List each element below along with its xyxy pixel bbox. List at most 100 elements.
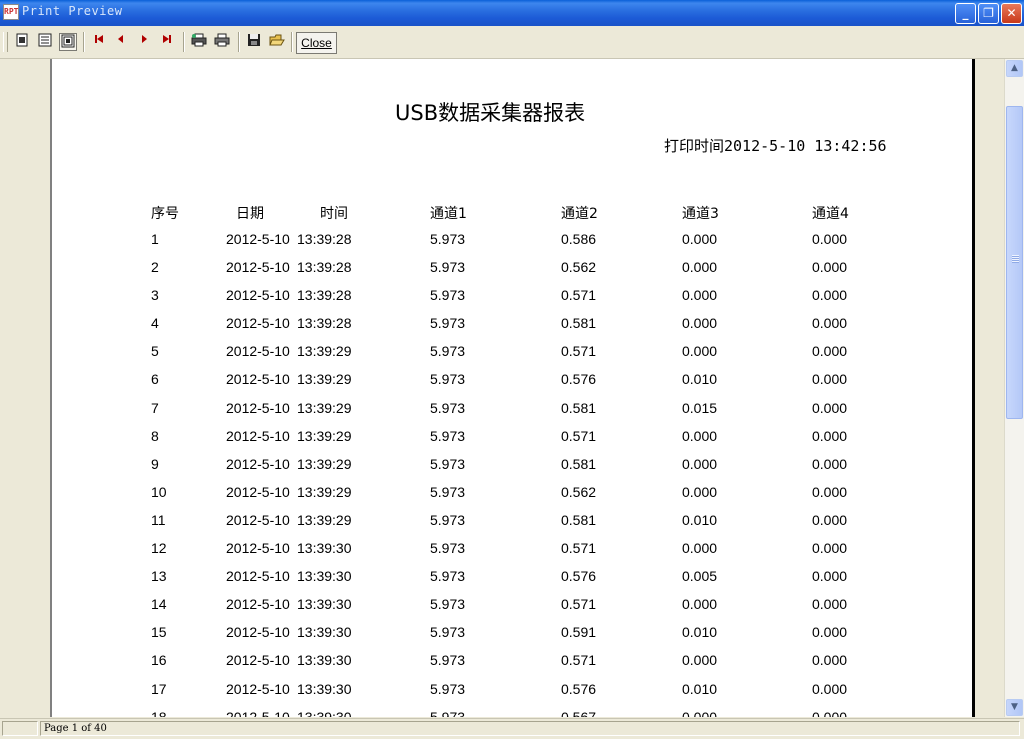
page-width-view-button[interactable]	[36, 33, 54, 51]
row-channel-4: 0.000	[812, 315, 848, 332]
row-index: 15	[151, 624, 167, 641]
row-channel-2: 0.581	[561, 315, 597, 332]
row-index: 7	[151, 399, 159, 416]
close-preview-button[interactable]: Close	[296, 32, 337, 54]
row-date: 2012-5-10	[226, 652, 290, 669]
zoom-page-icon	[61, 34, 75, 48]
first-page-button[interactable]	[90, 33, 108, 51]
close-window-button[interactable]: ✕	[1001, 3, 1022, 24]
row-channel-4: 0.000	[812, 680, 848, 697]
row-channel-3: 0.005	[682, 568, 718, 585]
row-index: 18	[151, 708, 167, 717]
row-channel-2: 0.571	[561, 540, 597, 557]
print-setup-button[interactable]	[190, 33, 208, 51]
row-channel-2: 0.586	[561, 231, 597, 247]
row-channel-3: 0.000	[682, 483, 718, 500]
toolbar-separator	[83, 32, 85, 52]
row-channel-1: 5.973	[430, 624, 466, 641]
table-row: 12 2012-5-10 13:39:30 5.973 0.571 0.000 0.000	[52, 540, 972, 568]
row-channel-1: 5.973	[430, 708, 466, 717]
table-row: 1 2012-5-10 13:39:28 5.973 0.586 0.000 0.000	[52, 231, 972, 259]
scroll-thumb[interactable]	[1006, 106, 1023, 419]
row-time: 13:39:29	[297, 483, 352, 500]
toolbar-grip[interactable]	[3, 32, 8, 52]
row-channel-3: 0.000	[682, 455, 718, 472]
zoom-view-button[interactable]	[59, 33, 77, 51]
scroll-down-button[interactable]: ▼	[1006, 699, 1023, 716]
row-time: 13:39:30	[297, 652, 352, 669]
row-channel-1: 5.973	[430, 427, 466, 444]
row-channel-3: 0.000	[682, 596, 718, 613]
row-channel-4: 0.000	[812, 371, 848, 388]
row-channel-1: 5.973	[430, 343, 466, 360]
row-index: 4	[151, 315, 159, 332]
scroll-up-button[interactable]: ▲	[1006, 60, 1023, 77]
row-channel-4: 0.000	[812, 455, 848, 472]
row-channel-3: 0.010	[682, 371, 718, 388]
window-title: Print Preview	[22, 4, 123, 18]
print-button[interactable]	[213, 33, 231, 51]
row-date: 2012-5-10	[226, 483, 290, 500]
row-date: 2012-5-10	[226, 540, 290, 557]
row-channel-2: 0.576	[561, 568, 597, 585]
row-date: 2012-5-10	[226, 624, 290, 641]
print-setup-icon	[191, 33, 207, 47]
open-button[interactable]	[268, 33, 286, 51]
table-row: 5 2012-5-10 13:39:29 5.973 0.571 0.000 0.000	[52, 343, 972, 371]
row-time: 13:39:28	[297, 231, 352, 247]
row-time: 13:39:29	[297, 371, 352, 388]
row-channel-4: 0.000	[812, 540, 848, 557]
row-channel-4: 0.000	[812, 399, 848, 416]
row-channel-2: 0.571	[561, 652, 597, 669]
row-time: 13:39:30	[297, 568, 352, 585]
row-time: 13:39:29	[297, 511, 352, 528]
row-channel-3: 0.000	[682, 708, 718, 717]
row-channel-2: 0.581	[561, 511, 597, 528]
vertical-scrollbar[interactable]: ▲ ▼	[1004, 59, 1024, 717]
maximize-button[interactable]: ❐	[978, 3, 999, 24]
last-page-button[interactable]	[158, 33, 176, 51]
row-index: 1	[151, 231, 159, 247]
page-indicator: Page 1 of 40	[44, 723, 107, 734]
row-channel-4: 0.000	[812, 427, 848, 444]
row-date: 2012-5-10	[226, 315, 290, 332]
table-row: 18 2012-5-10 13:39:30 5.973 0.567 0.000 0.000	[52, 709, 972, 717]
title-bar[interactable]: RPT Print Preview _ ❐ ✕	[0, 0, 1024, 26]
row-channel-4: 0.000	[812, 287, 848, 304]
row-channel-1: 5.973	[430, 511, 466, 528]
save-button[interactable]	[245, 33, 263, 51]
table-row: 13 2012-5-10 13:39:30 5.973 0.576 0.005 0.000	[52, 568, 972, 596]
row-channel-1: 5.973	[430, 483, 466, 500]
column-header-channel-3: 通道3	[682, 206, 719, 222]
previous-page-icon	[118, 35, 123, 43]
row-channel-3: 0.000	[682, 287, 718, 304]
row-channel-1: 5.973	[430, 680, 466, 697]
minimize-button[interactable]: _	[955, 3, 976, 24]
row-channel-3: 0.000	[682, 259, 718, 276]
row-channel-4: 0.000	[812, 652, 848, 669]
row-date: 2012-5-10	[226, 708, 290, 717]
save-icon	[248, 34, 260, 46]
table-row: 15 2012-5-10 13:39:30 5.973 0.591 0.010 0.000	[52, 624, 972, 652]
toolbar-separator	[238, 32, 240, 52]
row-channel-3: 0.000	[682, 540, 718, 557]
row-time: 13:39:30	[297, 596, 352, 613]
table-row: 7 2012-5-10 13:39:29 5.973 0.581 0.015 0.000	[52, 400, 972, 428]
row-time: 13:39:28	[297, 315, 352, 332]
preview-area[interactable]: USB数据采集器报表 打印时间2012-5-10 13:42:56 序号 日期 …	[0, 59, 1004, 717]
column-header-index: 序号	[151, 206, 179, 222]
table-row: 2 2012-5-10 13:39:28 5.973 0.562 0.000 0.000	[52, 259, 972, 287]
first-page-icon	[95, 35, 103, 43]
row-channel-4: 0.000	[812, 511, 848, 528]
row-channel-4: 0.000	[812, 343, 848, 360]
row-channel-4: 0.000	[812, 596, 848, 613]
one-page-view-button[interactable]	[13, 33, 31, 51]
row-index: 8	[151, 427, 159, 444]
row-time: 13:39:28	[297, 287, 352, 304]
previous-page-button[interactable]	[112, 33, 130, 51]
row-channel-2: 0.562	[561, 259, 597, 276]
row-channel-4: 0.000	[812, 708, 848, 717]
row-index: 6	[151, 371, 159, 388]
row-channel-2: 0.571	[561, 343, 597, 360]
next-page-button[interactable]	[135, 33, 153, 51]
